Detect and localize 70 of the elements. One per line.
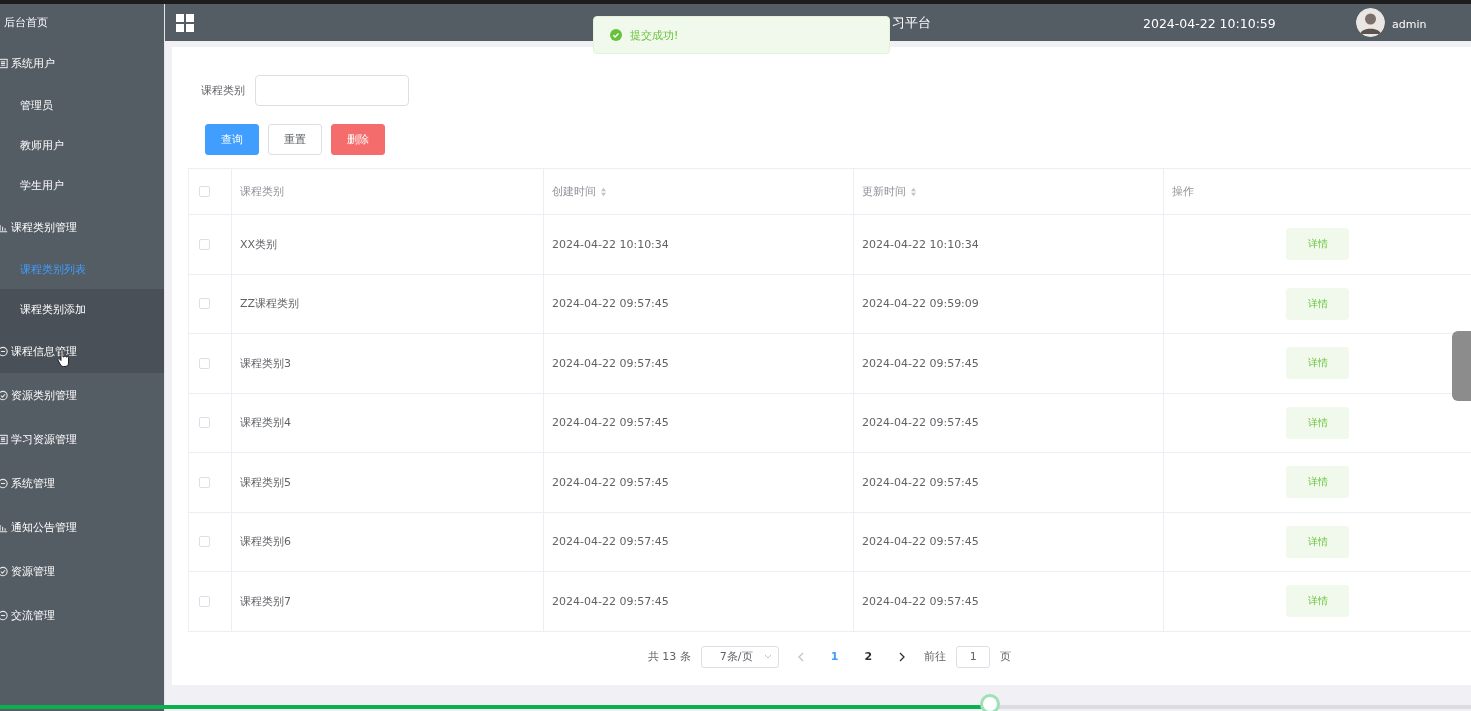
reset-button[interactable]: 重置 [268, 124, 322, 155]
sidebar-group[interactable]: 系统管理 [0, 461, 164, 505]
page-input[interactable]: 1 [956, 645, 991, 668]
sort-icon[interactable] [909, 187, 917, 197]
next-page-icon[interactable] [898, 651, 907, 662]
table-cell: 2024-04-22 09:57:45 [862, 475, 979, 489]
table-cell: 2024-04-22 09:57:45 [552, 356, 669, 370]
table-cell: 2024-04-22 09:57:45 [552, 535, 669, 549]
username[interactable]: admin [1392, 18, 1427, 31]
grid-menu-icon[interactable] [176, 13, 194, 32]
table-cell: 课程类别6 [240, 535, 291, 549]
sort-icon[interactable] [599, 187, 607, 197]
checkbox[interactable] [199, 357, 210, 369]
sidebar-group[interactable]: 学习资源管理 [0, 417, 164, 461]
page-size-select[interactable]: 7条/页 [700, 645, 779, 668]
sidebar-group[interactable]: 课程类别管理 [0, 205, 164, 249]
sidebar-group[interactable]: 通知公告管理 [0, 505, 164, 549]
table-cell: 2024-04-22 09:57:45 [552, 297, 669, 311]
sidebar-item[interactable]: 课程类别添加 [0, 289, 164, 329]
toast-message: 提交成功! [630, 27, 679, 43]
checkbox[interactable] [199, 186, 210, 197]
sidebar-group[interactable]: 课程信息管理 [0, 329, 164, 373]
table-cell: 2024-04-22 09:57:45 [552, 416, 669, 430]
checkbox[interactable] [199, 476, 210, 488]
column-header: 课程类别 [240, 184, 284, 199]
table-cell: 课程类别4 [240, 416, 291, 430]
sidebar-item[interactable]: 后台首页 [0, 4, 164, 41]
avatar[interactable] [1356, 8, 1385, 37]
column-header: 更新时间 [862, 184, 906, 199]
field-label: 课程类别 [201, 83, 245, 98]
total-count: 共 13 条 [647, 649, 691, 664]
checkbox[interactable] [199, 298, 210, 310]
table-cell: XX类别 [240, 237, 278, 251]
seek-bar[interactable] [0, 705, 1471, 709]
checkbox[interactable] [199, 595, 210, 607]
table-cell: 2024-04-22 09:57:45 [862, 535, 979, 549]
sidebar-item[interactable]: 教师用户 [0, 125, 164, 165]
table-cell: 2024-04-22 09:57:45 [862, 594, 979, 608]
sidebar-group[interactable]: 资源管理 [0, 549, 164, 593]
table-cell: 2024-04-22 09:57:45 [552, 475, 669, 489]
goto-label: 前往 [924, 649, 947, 664]
column-header: 操作 [1172, 184, 1194, 199]
sidebar-item[interactable]: 管理员 [0, 85, 164, 125]
sidebar-group[interactable]: 系统用户 [0, 41, 164, 85]
side-drawer-tab[interactable] [1452, 331, 1471, 401]
checkbox[interactable] [199, 536, 210, 548]
checkbox[interactable] [199, 238, 210, 250]
column-header: 创建时间 [552, 184, 596, 199]
table-cell: 2024-04-22 09:57:45 [862, 356, 979, 370]
sidebar-group[interactable]: 资源类别管理 [0, 373, 164, 417]
sidebar-group[interactable]: 交流管理 [0, 593, 164, 637]
table-cell: 课程类别3 [240, 356, 291, 370]
app-title: 习平台 [892, 15, 931, 32]
table-cell: 2024-04-22 09:59:09 [862, 297, 979, 311]
table-cell: 2024-04-22 10:10:34 [862, 237, 979, 251]
table-cell: 课程类别5 [240, 475, 291, 489]
table-cell: 2024-04-22 10:10:34 [552, 237, 669, 251]
table-cell: 2024-04-22 09:57:45 [862, 416, 979, 430]
page-number[interactable]: 2 [856, 650, 881, 663]
check-circle-icon [610, 29, 622, 41]
sidebar-item[interactable]: 学生用户 [0, 165, 164, 205]
input-field[interactable] [255, 75, 409, 106]
datetime: 2024-04-22 10:10:59 [1143, 16, 1276, 31]
table-cell: 课程类别7 [240, 594, 291, 608]
table-cell: ZZ课程类别 [240, 297, 300, 311]
checkbox[interactable] [199, 417, 210, 429]
caret-icon [763, 654, 772, 659]
goto-suffix: 页 [1000, 649, 1012, 664]
prev-page-icon[interactable] [796, 651, 805, 662]
table-cell: 2024-04-22 09:57:45 [552, 594, 669, 608]
